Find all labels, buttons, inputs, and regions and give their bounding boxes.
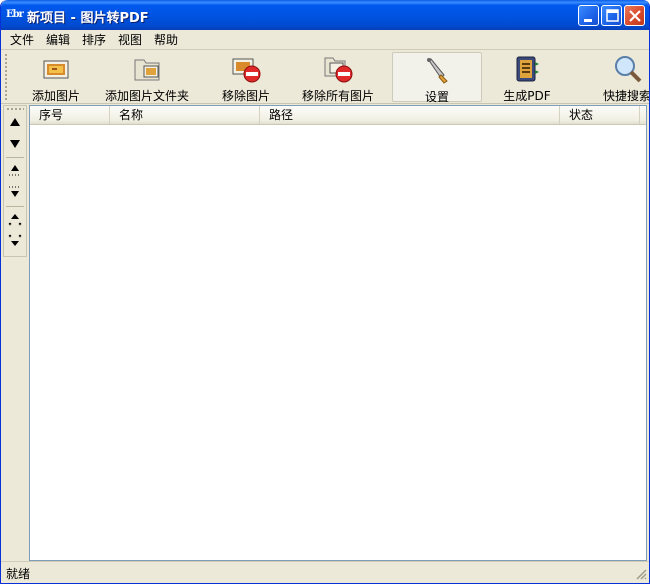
maximize-button[interactable] bbox=[601, 5, 622, 26]
maximize-icon bbox=[606, 9, 619, 22]
add-image-icon bbox=[43, 60, 69, 79]
settings-label: 设置 bbox=[424, 90, 449, 104]
settings-button[interactable]: 设置 bbox=[392, 52, 482, 104]
list-header: 序号 名称 路径 状态 bbox=[30, 106, 646, 125]
column-header-index[interactable]: 序号 bbox=[30, 106, 110, 124]
close-button[interactable] bbox=[624, 5, 645, 26]
move-top-icon bbox=[9, 165, 21, 176]
search-icon bbox=[614, 56, 641, 83]
menu-help[interactable]: 帮助 bbox=[154, 32, 178, 48]
remove-all-label: 移除所有图片 bbox=[301, 89, 374, 103]
status-text: 就绪 bbox=[6, 567, 31, 581]
menu-bar: 文件 编辑 排序 视图 帮助 bbox=[1, 30, 649, 50]
column-header-name[interactable]: 名称 bbox=[110, 106, 260, 124]
resize-grip-icon[interactable] bbox=[635, 568, 647, 580]
quick-search-label: 快捷搜索 bbox=[603, 89, 650, 103]
remove-image-label: 移除图片 bbox=[221, 89, 270, 103]
close-icon bbox=[629, 10, 641, 22]
toolbar-grip[interactable] bbox=[5, 54, 7, 100]
add-image-label: 添加图片 bbox=[31, 89, 80, 103]
column-header-status[interactable]: 状态 bbox=[560, 106, 640, 124]
move-up-button[interactable] bbox=[6, 114, 24, 132]
menu-sort[interactable]: 排序 bbox=[82, 32, 106, 48]
add-folder-icon bbox=[134, 59, 160, 81]
side-toolbar-grip[interactable] bbox=[7, 108, 24, 110]
collapse-button[interactable] bbox=[6, 232, 24, 250]
main-toolbar: 添加图片 添加图片文件夹 移除图片 移除所有图片 设置 生成PDF 快捷搜索 bbox=[1, 50, 650, 104]
add-folder-label: 添加图片文件夹 bbox=[104, 89, 189, 103]
collapse-icon bbox=[8, 234, 22, 246]
move-down-icon bbox=[10, 140, 20, 148]
quick-search-button[interactable]: 快捷搜索 bbox=[598, 52, 650, 103]
minimize-button[interactable] bbox=[578, 5, 599, 26]
add-image-button[interactable]: 添加图片 bbox=[21, 52, 91, 103]
remove-all-button[interactable]: 移除所有图片 bbox=[297, 52, 379, 103]
window-title: 新项目 - 图片转PDF bbox=[27, 11, 149, 26]
image-list[interactable]: 序号 名称 路径 状态 bbox=[29, 105, 647, 561]
remove-image-icon bbox=[232, 58, 261, 83]
move-top-button[interactable] bbox=[6, 162, 24, 180]
side-toolbar bbox=[3, 105, 27, 257]
menu-view[interactable]: 视图 bbox=[118, 32, 142, 48]
pdf-app-icon[interactable]: Ebr bbox=[6, 7, 24, 23]
settings-icon bbox=[427, 58, 448, 84]
menu-file[interactable]: 文件 bbox=[10, 32, 34, 48]
column-header-path[interactable]: 路径 bbox=[260, 106, 560, 124]
remove-image-button[interactable]: 移除图片 bbox=[212, 52, 280, 103]
status-bar: 就绪 bbox=[1, 561, 649, 583]
move-bottom-icon bbox=[9, 186, 21, 197]
move-down-button[interactable] bbox=[6, 135, 24, 153]
expand-button[interactable] bbox=[6, 211, 24, 229]
expand-icon bbox=[8, 214, 22, 226]
app-window: Ebr 新项目 - 图片转PDF 文件 编辑 排序 视图 帮助 添加图片 添加图… bbox=[0, 0, 650, 584]
generate-pdf-icon bbox=[516, 56, 539, 82]
remove-all-icon bbox=[324, 57, 353, 83]
minimize-icon bbox=[584, 19, 592, 22]
title-bar[interactable]: Ebr 新项目 - 图片转PDF bbox=[1, 0, 649, 30]
generate-pdf-button[interactable]: 生成PDF bbox=[495, 52, 559, 103]
side-toolbar-separator bbox=[6, 206, 24, 207]
move-bottom-button[interactable] bbox=[6, 183, 24, 201]
add-folder-button[interactable]: 添加图片文件夹 bbox=[101, 52, 193, 103]
menu-edit[interactable]: 编辑 bbox=[46, 32, 70, 48]
side-toolbar-separator bbox=[6, 157, 24, 158]
generate-pdf-label: 生成PDF bbox=[503, 89, 551, 103]
move-up-icon bbox=[10, 118, 20, 126]
